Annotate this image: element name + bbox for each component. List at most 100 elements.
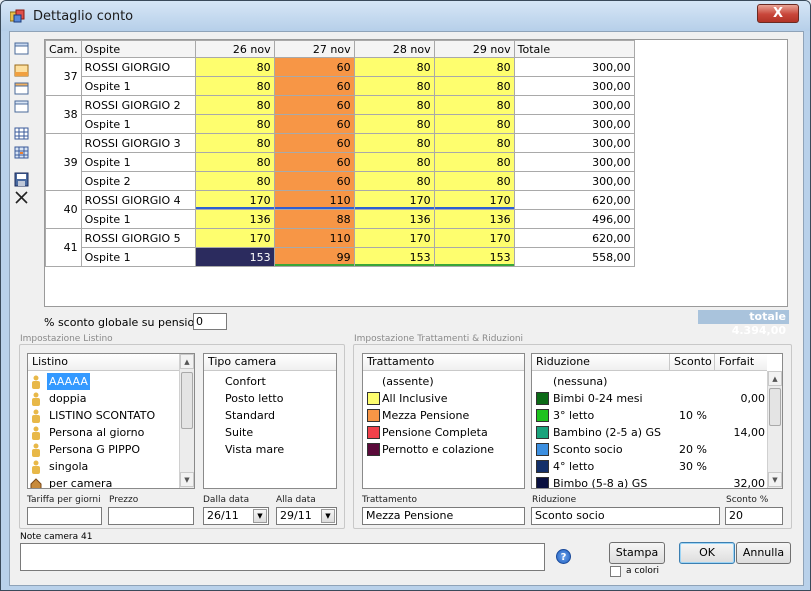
day-rate-cell[interactable]: 80: [433, 76, 515, 96]
scroll-up-icon[interactable]: ▲: [180, 354, 194, 369]
riduzione-listbox[interactable]: Riduzione Sconto Forfait ▲ ▼ (nessuna) Bi…: [531, 353, 783, 489]
table-color-icon[interactable]: [13, 145, 30, 160]
riduzione-item[interactable]: Bimbi 0-24 mesi 0,00: [532, 390, 767, 407]
prezzo-input[interactable]: [108, 507, 194, 525]
col-header-ospite[interactable]: Ospite: [80, 40, 196, 58]
table-row[interactable]: Ospite 1 80 60 80 80 300,00: [46, 114, 635, 134]
col-header-day3[interactable]: 28 nov: [353, 40, 435, 58]
trattamento-item[interactable]: (assente): [382, 373, 434, 390]
tipo-camera-item[interactable]: Vista mare: [225, 441, 284, 458]
trattamento-item[interactable]: Pernotto e colazione: [382, 441, 494, 458]
stampa-button[interactable]: Stampa: [609, 542, 665, 564]
day-rate-cell[interactable]: 170: [433, 228, 515, 248]
riduzione-item[interactable]: 3° letto 10 %: [532, 407, 767, 424]
riduzione-item[interactable]: 4° letto 30 %: [532, 458, 767, 475]
guest-name[interactable]: Ospite 1: [80, 114, 196, 134]
riduzione-item[interactable]: Sconto socio 20 %: [532, 441, 767, 458]
col-header-day4[interactable]: 29 nov: [433, 40, 515, 58]
alla-data-combo[interactable]: 29/11 ▼: [276, 507, 337, 525]
table-row[interactable]: Ospite 1 80 60 80 80 300,00: [46, 76, 635, 96]
day-rate-cell[interactable]: 80: [433, 57, 515, 77]
tipo-camera-item[interactable]: Posto letto: [225, 390, 283, 407]
room-number[interactable]: 37: [45, 57, 82, 96]
day-rate-cell[interactable]: 153: [353, 247, 435, 267]
tariffa-input[interactable]: [27, 507, 102, 525]
guest-name[interactable]: ROSSI GIORGIO 5: [80, 228, 196, 248]
riduzione-item[interactable]: (nessuna): [532, 373, 767, 390]
new-row-icon[interactable]: [13, 41, 30, 56]
day-rate-cell[interactable]: 153: [433, 247, 515, 267]
day-rate-cell[interactable]: 60: [273, 133, 355, 153]
table-row[interactable]: Ospite 2 80 60 80 80 300,00: [46, 171, 635, 191]
tipo-camera-item[interactable]: Suite: [225, 424, 253, 441]
day-rate-cell[interactable]: 60: [273, 171, 355, 191]
day-rate-cell[interactable]: 80: [194, 57, 275, 77]
trattamento-field[interactable]: Mezza Pensione: [362, 507, 525, 525]
scroll-down-icon[interactable]: ▼: [180, 472, 194, 487]
listino-scrollbar[interactable]: ▲ ▼: [179, 354, 194, 488]
guest-name[interactable]: ROSSI GIORGIO: [80, 57, 196, 77]
tipo-camera-item[interactable]: Standard: [225, 407, 275, 424]
form-edit-icon[interactable]: [13, 81, 30, 96]
day-rate-cell[interactable]: 170: [194, 190, 275, 210]
scroll-down-icon[interactable]: ▼: [768, 472, 782, 487]
day-rate-cell[interactable]: 80: [194, 76, 275, 96]
table-row[interactable]: 41 ROSSI GIORGIO 5 170 110 170 170 620,0…: [45, 228, 635, 267]
day-rate-cell[interactable]: 80: [353, 76, 435, 96]
room-number[interactable]: 39: [45, 133, 82, 191]
day-rate-cell[interactable]: 80: [353, 133, 435, 153]
table-row[interactable]: Ospite 1 80 60 80 80 300,00: [46, 152, 635, 172]
scroll-up-icon[interactable]: ▲: [768, 371, 782, 386]
guest-name[interactable]: Ospite 1: [80, 247, 196, 267]
table-row[interactable]: 38 ROSSI GIORGIO 2 80 60 80 80 300,00: [45, 95, 635, 134]
day-rate-cell[interactable]: 170: [194, 228, 275, 248]
delete-icon[interactable]: [13, 190, 30, 205]
day-rate-cell[interactable]: 80: [194, 152, 275, 172]
ok-button[interactable]: OK: [679, 542, 735, 564]
day-rate-cell[interactable]: 80: [194, 133, 275, 153]
day-rate-cell[interactable]: 80: [433, 114, 515, 134]
save-icon[interactable]: [13, 172, 30, 187]
guest-name[interactable]: Ospite 1: [80, 76, 196, 96]
trattamento-listbox[interactable]: Trattamento (assente) All Inclusive Mezz…: [362, 353, 525, 489]
col-header-totale[interactable]: Totale: [513, 40, 635, 58]
day-rate-cell[interactable]: 60: [273, 76, 355, 96]
day-rate-cell[interactable]: 136: [433, 209, 515, 229]
col-header-day1[interactable]: 26 nov: [194, 40, 275, 58]
day-rate-cell[interactable]: 170: [353, 190, 435, 210]
note-input[interactable]: [20, 543, 545, 571]
listino-listbox[interactable]: Listino ▲ ▼ AAAAA doppia LISTINO SCONTAT…: [27, 353, 195, 489]
chevron-down-icon[interactable]: ▼: [321, 509, 335, 523]
trattamento-item[interactable]: All Inclusive: [382, 390, 448, 407]
guest-name[interactable]: Ospite 1: [80, 152, 196, 172]
day-rate-cell[interactable]: 80: [194, 114, 275, 134]
riduzione-item[interactable]: Bambino (2-5 a) GS 14,00: [532, 424, 767, 441]
help-icon[interactable]: ?: [556, 549, 571, 564]
table-row[interactable]: Ospite 1 153 99 153 153 558,00: [46, 247, 635, 267]
riduzione-scrollbar[interactable]: ▲ ▼: [767, 371, 782, 488]
day-rate-cell[interactable]: 110: [273, 228, 355, 248]
sconto-header[interactable]: Sconto: [669, 354, 714, 371]
day-rate-cell[interactable]: 170: [433, 190, 515, 210]
guest-name[interactable]: Ospite 1: [80, 209, 196, 229]
table-row[interactable]: 39 ROSSI GIORGIO 3 80 60 80 80 300,00: [45, 133, 635, 191]
guest-name[interactable]: ROSSI GIORGIO 4: [80, 190, 196, 210]
day-rate-cell[interactable]: 60: [273, 114, 355, 134]
close-button[interactable]: X: [757, 4, 799, 23]
tipo-camera-listbox[interactable]: Tipo camera Confort Posto letto Standard…: [203, 353, 337, 489]
trattamento-header[interactable]: Trattamento: [363, 354, 524, 371]
chevron-down-icon[interactable]: ▼: [253, 509, 267, 523]
tipo-camera-header[interactable]: Tipo camera: [204, 354, 336, 371]
day-rate-cell[interactable]: 80: [433, 171, 515, 191]
sconto-field[interactable]: 20: [725, 507, 783, 525]
day-rate-cell[interactable]: 60: [273, 95, 355, 115]
day-rate-cell[interactable]: 88: [273, 209, 355, 229]
day-rate-cell[interactable]: 80: [353, 171, 435, 191]
day-rate-cell[interactable]: 80: [433, 133, 515, 153]
day-rate-cell[interactable]: 80: [353, 95, 435, 115]
table-row[interactable]: Ospite 1 136 88 136 136 496,00: [46, 209, 635, 229]
room-number[interactable]: 41: [45, 228, 82, 267]
scroll-thumb[interactable]: [769, 388, 781, 426]
listino-header[interactable]: Listino: [28, 354, 180, 371]
day-rate-cell[interactable]: 80: [353, 57, 435, 77]
